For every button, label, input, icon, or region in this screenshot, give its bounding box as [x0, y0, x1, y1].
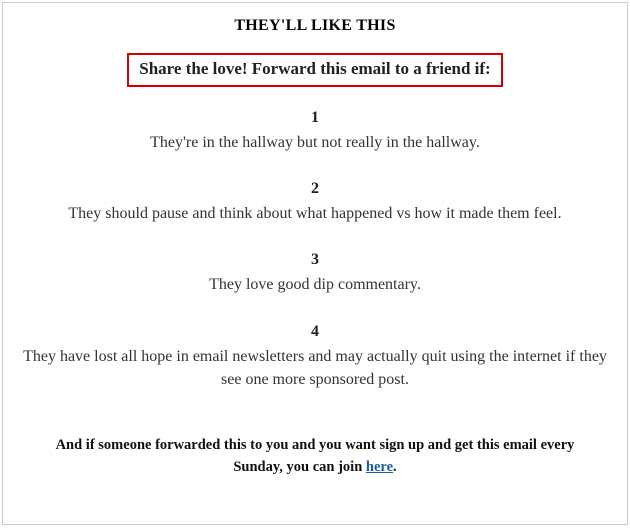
footer-cta: And if someone forwarded this to you and… [15, 435, 615, 479]
footer-prefix: And if someone forwarded this to you and… [56, 437, 575, 475]
join-link[interactable]: here [366, 459, 393, 475]
item-text-4: They have lost all hope in email newslet… [15, 345, 615, 391]
item-number-2: 2 [15, 180, 615, 198]
list-item: 4 They have lost all hope in email newsl… [15, 323, 615, 391]
item-number-4: 4 [15, 323, 615, 341]
footer-suffix: . [393, 459, 397, 475]
subheading-highlight-box: Share the love! Forward this email to a … [127, 53, 502, 87]
subheading-text: Share the love! Forward this email to a … [139, 59, 490, 79]
item-number-1: 1 [15, 109, 615, 127]
section-heading: THEY'LL LIKE THIS [15, 17, 615, 35]
item-number-3: 3 [15, 251, 615, 269]
list-item: 2 They should pause and think about what… [15, 180, 615, 225]
email-section: THEY'LL LIKE THIS Share the love! Forwar… [2, 2, 628, 525]
item-text-2: They should pause and think about what h… [15, 202, 615, 225]
item-text-3: They love good dip commentary. [15, 273, 615, 296]
list-item: 1 They're in the hallway but not really … [15, 109, 615, 154]
list-item: 3 They love good dip commentary. [15, 251, 615, 296]
item-text-1: They're in the hallway but not really in… [15, 131, 615, 154]
